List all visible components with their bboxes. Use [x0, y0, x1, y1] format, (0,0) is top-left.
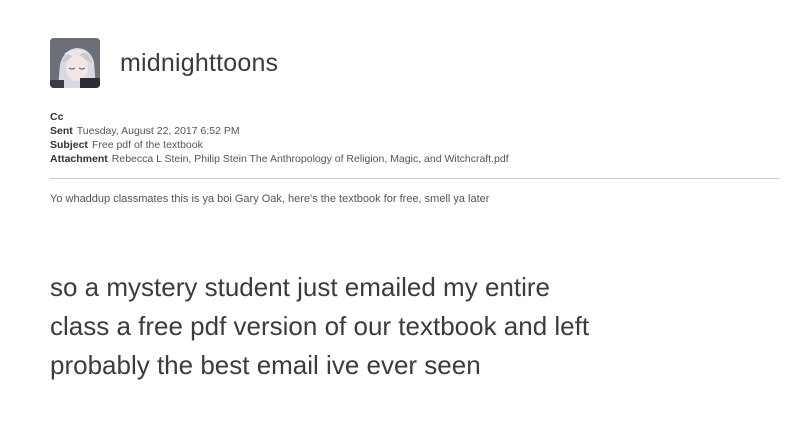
- attachment-label: Attachment: [50, 153, 108, 165]
- post-header: midnighttoons: [50, 38, 278, 88]
- caption-line-2: class a free pdf version of our textbook…: [50, 311, 590, 341]
- caption-line-1: so a mystery student just emailed my ent…: [50, 272, 550, 302]
- subject-value: Free pdf of the textbook: [91, 139, 203, 151]
- avatar[interactable]: [50, 38, 100, 88]
- sent-row: Sent Tuesday, August 22, 2017 6:52 PM: [50, 124, 780, 138]
- subject-label: Subject: [50, 139, 88, 151]
- attachment-row: Attachment Rebecca L Stein, Philip Stein …: [50, 152, 780, 166]
- cc-label: Cc: [50, 111, 64, 123]
- subject-row: Subject Free pdf of the textbook: [50, 138, 780, 152]
- email-divider: [50, 178, 780, 179]
- caption-line-3: probably the best email ive ever seen: [50, 350, 481, 380]
- email-body: Yo whaddup classmates this is ya boi Gar…: [50, 193, 490, 205]
- sent-value: Tuesday, August 22, 2017 6:52 PM: [76, 125, 240, 137]
- cc-row: Cc: [50, 110, 780, 124]
- attachment-value: Rebecca L Stein, Philip Stein The Anthro…: [111, 153, 509, 165]
- anime-character-avatar-icon: [50, 38, 100, 88]
- email-screenshot: Cc Sent Tuesday, August 22, 2017 6:52 PM …: [50, 110, 780, 205]
- sent-label: Sent: [50, 125, 73, 137]
- tumblr-post: midnighttoons Cc Sent Tuesday, August 22,…: [0, 0, 800, 445]
- username[interactable]: midnighttoons: [120, 49, 278, 78]
- post-caption: so a mystery student just emailed my ent…: [50, 268, 770, 385]
